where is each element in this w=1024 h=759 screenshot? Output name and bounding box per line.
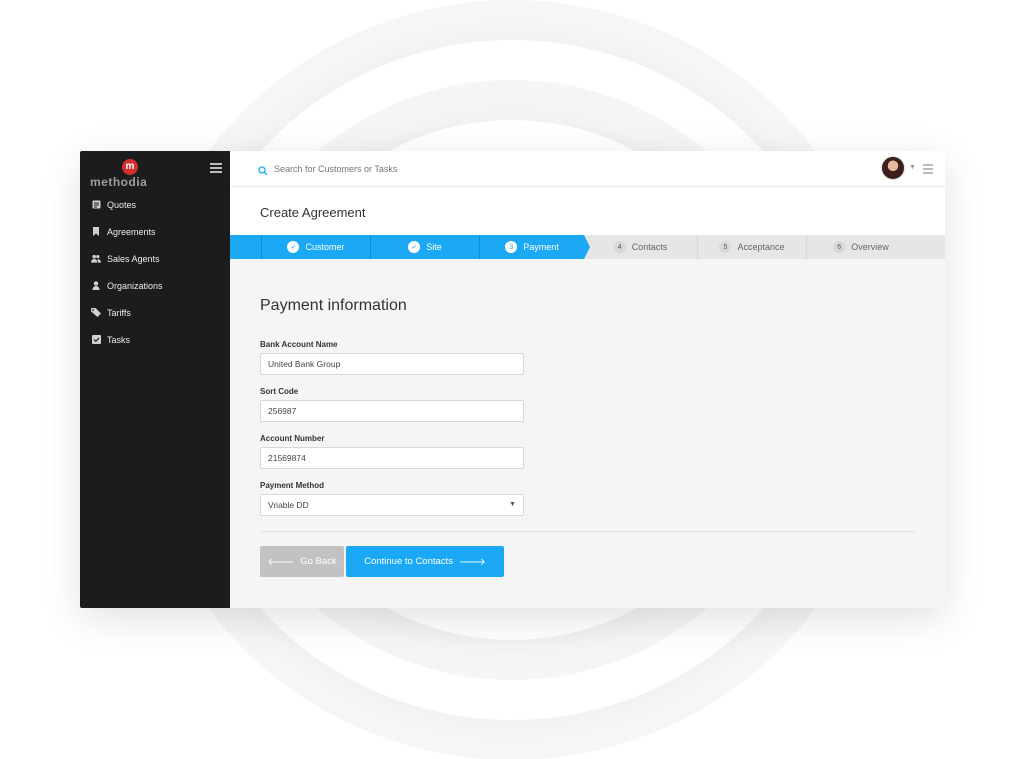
step-label: Overview	[851, 242, 889, 252]
user-avatar[interactable]	[881, 156, 905, 180]
logo-text: methodia	[90, 175, 148, 189]
payment-method-select[interactable]: Vriable DD ▼	[260, 494, 524, 516]
search-input[interactable]	[274, 161, 574, 177]
step-customer[interactable]: ✓ Customer	[261, 235, 370, 259]
bookmark-icon	[91, 227, 101, 237]
search-icon	[258, 163, 268, 176]
payment-method-value: Vriable DD	[268, 500, 309, 510]
step-number: 6	[833, 241, 846, 253]
sidebar-menu-icon[interactable]	[210, 163, 222, 173]
chevron-down-icon: ▼	[509, 501, 516, 508]
sidebar-item-sales-agents[interactable]: Sales Agents	[80, 245, 230, 272]
divider	[260, 531, 915, 532]
checkbox-icon	[91, 335, 101, 345]
sidebar-item-organizations[interactable]: Organizations	[80, 272, 230, 299]
sidebar-item-quotes[interactable]: Quotes	[80, 191, 230, 218]
account-number-field[interactable]: 21569874	[260, 447, 524, 469]
sidebar: m methodia Quotes Agreements Sales Agent…	[80, 151, 230, 608]
sidebar-item-tariffs[interactable]: Tariffs	[80, 299, 230, 326]
step-label: Acceptance	[737, 242, 785, 252]
step-number: 5	[719, 241, 732, 253]
section-title: Payment information	[260, 297, 407, 314]
check-icon: ✓	[408, 241, 421, 253]
step-site[interactable]: ✓ Site	[370, 235, 479, 259]
organization-icon	[91, 281, 101, 291]
go-back-label: Go Back	[300, 556, 337, 567]
page-title: Create Agreement	[260, 205, 366, 220]
step-label: Contacts	[631, 242, 668, 252]
users-icon	[91, 254, 101, 264]
app-window: m methodia Quotes Agreements Sales Agent…	[80, 151, 945, 608]
step-contacts[interactable]: 4 Contacts	[584, 235, 697, 259]
step-payment[interactable]: 3 Payment	[479, 235, 590, 259]
step-label: Customer	[305, 242, 345, 252]
step-number: 4	[613, 241, 626, 253]
sort-code-field[interactable]: 256987	[260, 400, 524, 422]
sidebar-nav: Quotes Agreements Sales Agents Organizat…	[80, 191, 230, 353]
sort-code-label: Sort Code	[260, 387, 299, 396]
stepper-lead	[230, 235, 261, 259]
payment-method-label: Payment Method	[260, 481, 325, 490]
check-icon: ✓	[287, 241, 300, 253]
main-panel: ▼ Create Agreement ✓ Customer ✓ Site 3 P…	[230, 151, 945, 608]
bank-account-name-label: Bank Account Name	[260, 340, 338, 349]
wizard-stepper: ✓ Customer ✓ Site 3 Payment 4 Contacts 5…	[230, 235, 945, 259]
quotes-icon	[91, 200, 101, 210]
tag-icon	[91, 308, 101, 318]
sidebar-item-label: Quotes	[107, 199, 137, 210]
account-number-label: Account Number	[260, 434, 325, 443]
sidebar-item-label: Sales Agents	[107, 253, 160, 264]
bank-account-name-field[interactable]: United Bank Group	[260, 353, 524, 375]
sidebar-item-label: Tariffs	[107, 307, 131, 318]
page-header: Create Agreement	[230, 187, 945, 235]
continue-label: Continue to Contacts	[364, 556, 453, 567]
logo[interactable]: m methodia	[90, 159, 160, 189]
sidebar-item-tasks[interactable]: Tasks	[80, 326, 230, 353]
sidebar-item-label: Organizations	[107, 280, 163, 291]
arrow-left-icon: 🡐	[267, 556, 295, 568]
logo-mark: m	[122, 159, 138, 175]
arrow-right-icon: 🡒	[458, 556, 486, 568]
step-number: 3	[505, 241, 518, 253]
step-overview[interactable]: 6 Overview	[806, 235, 915, 259]
step-label: Site	[426, 242, 442, 252]
topbar: ▼	[230, 151, 945, 187]
continue-button[interactable]: Continue to Contacts 🡒	[346, 546, 504, 577]
sidebar-item-label: Agreements	[107, 226, 156, 237]
chevron-down-icon[interactable]: ▼	[909, 164, 916, 171]
menu-icon[interactable]	[923, 164, 933, 174]
sidebar-item-agreements[interactable]: Agreements	[80, 218, 230, 245]
sidebar-item-label: Tasks	[107, 334, 131, 345]
go-back-button[interactable]: 🡐 Go Back	[260, 546, 344, 577]
step-label: Payment	[523, 242, 559, 252]
step-acceptance[interactable]: 5 Acceptance	[697, 235, 806, 259]
